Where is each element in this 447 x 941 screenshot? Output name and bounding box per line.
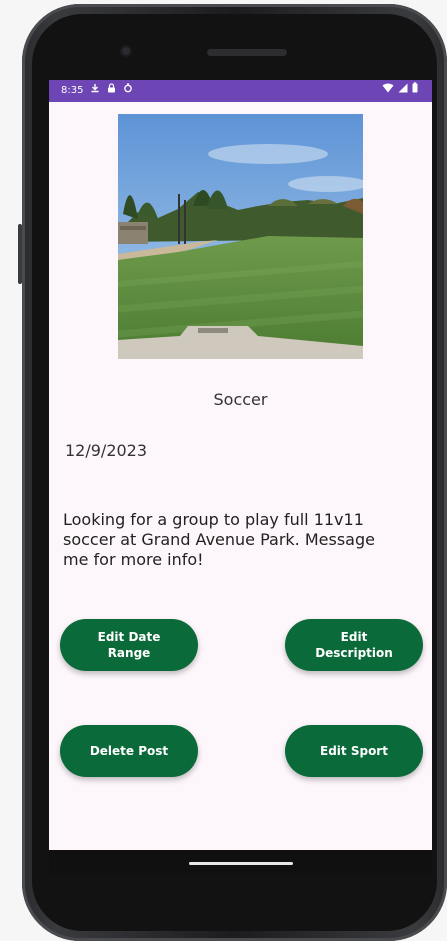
lock-icon xyxy=(107,80,116,102)
edit-sport-label: Edit Sport xyxy=(320,744,388,758)
post-image xyxy=(118,114,363,359)
edit-sport-button[interactable]: Edit Sport xyxy=(285,725,423,777)
earpiece-speaker xyxy=(207,49,287,56)
signal-icon xyxy=(398,80,408,102)
post-sport: Soccer xyxy=(213,390,268,409)
wifi-icon xyxy=(382,80,394,102)
edit-description-label: Edit Description xyxy=(315,630,393,660)
edit-date-range-button[interactable]: Edit Date Range xyxy=(60,619,198,671)
battery-icon xyxy=(412,80,418,102)
post-description: Looking for a group to play full 11v11 s… xyxy=(63,510,375,569)
status-time: 8:35 xyxy=(61,85,84,96)
post-date: 12/9/2023 xyxy=(65,441,148,460)
volume-button[interactable] xyxy=(18,224,22,284)
delete-post-button[interactable]: Delete Post xyxy=(60,725,198,777)
delete-post-label: Delete Post xyxy=(89,744,169,758)
status-left: 8:35 xyxy=(61,80,133,102)
front-camera xyxy=(120,45,132,57)
sync-icon xyxy=(123,80,133,102)
status-right xyxy=(382,80,418,102)
download-icon xyxy=(90,80,100,102)
edit-date-range-label: Edit Date Range xyxy=(97,630,161,660)
emulator-stage: 8:35 Soccer 12/9/2023 Looking for a grou… xyxy=(0,0,447,941)
edit-description-button[interactable]: Edit Description xyxy=(285,619,423,671)
app-screen: 8:35 Soccer 12/9/2023 Looking for a grou… xyxy=(49,80,432,875)
home-gesture-handle[interactable] xyxy=(189,862,293,865)
soccer-field-photo xyxy=(118,114,363,359)
status-bar: 8:35 xyxy=(49,80,432,102)
